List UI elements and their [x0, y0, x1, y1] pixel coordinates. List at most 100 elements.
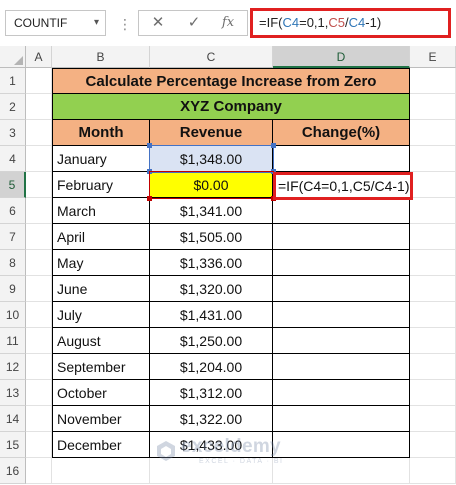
- cell-a12[interactable]: [26, 354, 52, 380]
- row-header-7[interactable]: 7: [0, 224, 26, 250]
- change-cell[interactable]: [273, 198, 410, 224]
- row-header-3[interactable]: 3: [0, 120, 26, 146]
- change-cell[interactable]: [273, 406, 410, 432]
- cell-e1[interactable]: [410, 68, 456, 94]
- month-cell[interactable]: August: [52, 328, 150, 354]
- revenue-cell[interactable]: $1,336.00: [150, 250, 273, 276]
- column-header-e[interactable]: E: [410, 46, 456, 68]
- row-header-15[interactable]: 15: [0, 432, 26, 458]
- cell-a8[interactable]: [26, 250, 52, 276]
- cell-e15[interactable]: [410, 432, 456, 458]
- month-cell[interactable]: December: [52, 432, 150, 458]
- change-cell[interactable]: [273, 276, 410, 302]
- row-header-16[interactable]: 16: [0, 458, 26, 484]
- revenue-cell[interactable]: $1,250.00: [150, 328, 273, 354]
- row-header-10[interactable]: 10: [0, 302, 26, 328]
- header-month[interactable]: Month: [52, 120, 150, 146]
- enter-icon[interactable]: ✓: [183, 13, 205, 33]
- change-cell[interactable]: [273, 380, 410, 406]
- row-header-6[interactable]: 6: [0, 198, 26, 224]
- cell-e16[interactable]: [410, 458, 456, 484]
- column-header-b[interactable]: B: [52, 46, 150, 68]
- cell-d16[interactable]: [273, 458, 410, 484]
- change-cell[interactable]: [273, 224, 410, 250]
- revenue-cell[interactable]: $1,312.00: [150, 380, 273, 406]
- cell-e8[interactable]: [410, 250, 456, 276]
- cell-a15[interactable]: [26, 432, 52, 458]
- row-header-1[interactable]: 1: [0, 68, 26, 94]
- revenue-cell[interactable]: $1,204.00: [150, 354, 273, 380]
- month-cell[interactable]: July: [52, 302, 150, 328]
- cell-e14[interactable]: [410, 406, 456, 432]
- chevron-down-icon[interactable]: ▾: [94, 11, 99, 35]
- row-header-4[interactable]: 4: [0, 146, 26, 172]
- cell-e6[interactable]: [410, 198, 456, 224]
- row-header-2[interactable]: 2: [0, 94, 26, 120]
- header-change[interactable]: Change(%): [273, 120, 410, 146]
- cell-a11[interactable]: [26, 328, 52, 354]
- grip-icon[interactable]: ⋮: [118, 14, 132, 34]
- sheet-title[interactable]: Calculate Percentage Increase from Zero: [52, 68, 410, 94]
- change-cell[interactable]: [273, 354, 410, 380]
- row-header-11[interactable]: 11: [0, 328, 26, 354]
- cell-e11[interactable]: [410, 328, 456, 354]
- cell-e3[interactable]: [410, 120, 456, 146]
- month-cell[interactable]: June: [52, 276, 150, 302]
- header-revenue[interactable]: Revenue: [150, 120, 273, 146]
- column-header-c[interactable]: C: [150, 46, 273, 68]
- cell-a9[interactable]: [26, 276, 52, 302]
- cell-a10[interactable]: [26, 302, 52, 328]
- cell-e10[interactable]: [410, 302, 456, 328]
- month-cell[interactable]: March: [52, 198, 150, 224]
- month-cell[interactable]: September: [52, 354, 150, 380]
- row-header-5[interactable]: 5: [0, 172, 26, 198]
- revenue-cell[interactable]: $1,348.00: [150, 146, 273, 172]
- column-header-a[interactable]: A: [26, 46, 52, 68]
- cell-a16[interactable]: [26, 458, 52, 484]
- cell-a13[interactable]: [26, 380, 52, 406]
- row-header-9[interactable]: 9: [0, 276, 26, 302]
- cell-c16[interactable]: [150, 458, 273, 484]
- cell-e13[interactable]: [410, 380, 456, 406]
- cell-a1[interactable]: [26, 68, 52, 94]
- revenue-cell[interactable]: $1,431.00: [150, 302, 273, 328]
- change-cell[interactable]: [273, 146, 410, 172]
- month-cell[interactable]: November: [52, 406, 150, 432]
- cell-e4[interactable]: [410, 146, 456, 172]
- cell-b16[interactable]: [52, 458, 150, 484]
- month-cell[interactable]: May: [52, 250, 150, 276]
- cancel-icon[interactable]: ✕: [147, 13, 169, 33]
- month-cell[interactable]: October: [52, 380, 150, 406]
- revenue-cell[interactable]: $1,433.00: [150, 432, 273, 458]
- select-all-button[interactable]: [0, 46, 26, 68]
- cell-e7[interactable]: [410, 224, 456, 250]
- row-header-12[interactable]: 12: [0, 354, 26, 380]
- cell-a4[interactable]: [26, 146, 52, 172]
- cell-e12[interactable]: [410, 354, 456, 380]
- revenue-cell[interactable]: $1,341.00: [150, 198, 273, 224]
- month-cell[interactable]: February: [52, 172, 150, 198]
- cell-a5[interactable]: [26, 172, 52, 198]
- name-box[interactable]: COUNTIF ▾: [5, 10, 106, 36]
- insert-function-icon[interactable]: fx: [217, 13, 239, 33]
- cell-e9[interactable]: [410, 276, 456, 302]
- cell-a2[interactable]: [26, 94, 52, 120]
- month-cell[interactable]: January: [52, 146, 150, 172]
- change-cell[interactable]: [273, 302, 410, 328]
- column-header-d[interactable]: D: [273, 46, 410, 68]
- row-header-8[interactable]: 8: [0, 250, 26, 276]
- cell-a7[interactable]: [26, 224, 52, 250]
- active-cell-d5[interactable]: =IF(C4=0,1,C5/C4-1): [273, 172, 413, 200]
- cell-a6[interactable]: [26, 198, 52, 224]
- revenue-cell[interactable]: $1,505.00: [150, 224, 273, 250]
- cell-a14[interactable]: [26, 406, 52, 432]
- cell-e2[interactable]: [410, 94, 456, 120]
- change-cell[interactable]: [273, 250, 410, 276]
- revenue-cell[interactable]: $0.00: [150, 172, 273, 198]
- cell-e5[interactable]: [410, 172, 456, 198]
- revenue-cell[interactable]: $1,322.00: [150, 406, 273, 432]
- change-cell[interactable]: [273, 328, 410, 354]
- company-name[interactable]: XYZ Company: [52, 94, 410, 120]
- row-header-14[interactable]: 14: [0, 406, 26, 432]
- month-cell[interactable]: April: [52, 224, 150, 250]
